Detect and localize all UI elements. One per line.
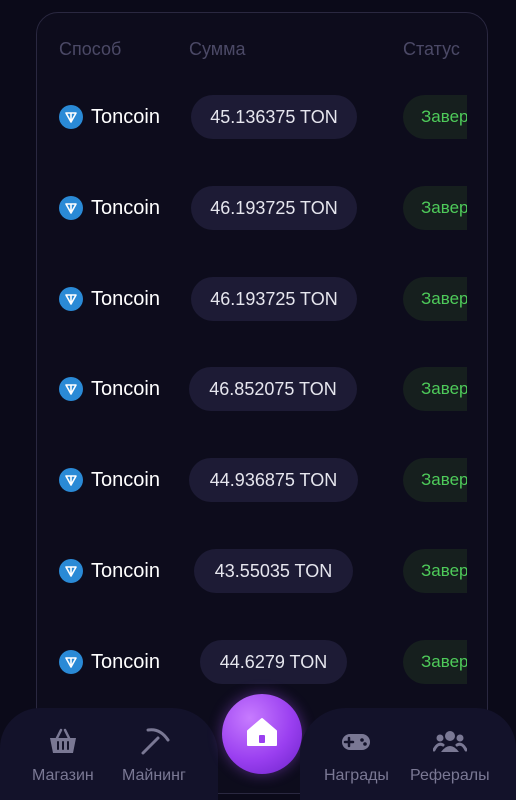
ton-icon <box>59 287 83 311</box>
table-row: Toncoin 44.936875 TON Завер <box>37 450 467 510</box>
method-label: Toncoin <box>91 468 160 491</box>
method-cell: Toncoin <box>59 178 160 238</box>
app-screen: Способ Сумма Статус Toncoin 45.136375 TO… <box>0 0 516 800</box>
ton-icon <box>59 559 83 583</box>
status-badge: Завер <box>403 277 467 321</box>
status-badge: Завер <box>403 95 467 139</box>
gamepad-icon <box>339 726 373 761</box>
nav-shop-label: Магазин <box>32 767 94 784</box>
bottom-nav-right: Награды Рефералы <box>300 708 516 800</box>
users-icon <box>432 726 468 761</box>
ton-icon <box>59 377 83 401</box>
method-cell: Toncoin <box>59 632 160 692</box>
pickaxe-icon <box>138 726 170 761</box>
amount-pill: 45.136375 TON <box>191 95 357 139</box>
status-badge: Завер <box>403 549 467 593</box>
table-row: Toncoin 46.193725 TON Завер <box>37 269 467 329</box>
ton-icon <box>59 468 83 492</box>
status-badge: Завер <box>403 640 467 684</box>
method-cell: Toncoin <box>59 359 160 419</box>
nav-mining-label: Майнинг <box>122 767 186 784</box>
table-row: Toncoin 45.136375 TON Завер <box>37 87 467 147</box>
status-badge: Завер <box>403 186 467 230</box>
amount-pill: 46.193725 TON <box>191 277 357 321</box>
method-cell: Toncoin <box>59 450 160 510</box>
method-label: Toncoin <box>91 650 160 673</box>
method-cell: Toncoin <box>59 269 160 329</box>
table-row: Toncoin 46.852075 TON Завер <box>37 359 467 419</box>
nav-shop[interactable]: Магазин <box>32 726 94 785</box>
amount-pill: 44.6279 TON <box>200 640 347 684</box>
table-body: Toncoin 45.136375 TON Завер Toncoin 46.1… <box>37 13 467 793</box>
nav-mining[interactable]: Майнинг <box>122 726 186 785</box>
status-badge: Завер <box>403 458 467 502</box>
nav-rewards-label: Награды <box>324 767 389 784</box>
ton-icon <box>59 196 83 220</box>
ton-icon <box>59 105 83 129</box>
amount-pill: 43.55035 TON <box>194 549 353 593</box>
table-row: Toncoin 44.6279 TON Завер <box>37 632 467 692</box>
withdrawals-card: Способ Сумма Статус Toncoin 45.136375 TO… <box>36 12 488 794</box>
table-row: Toncoin 46.193725 TON Завер <box>37 178 467 238</box>
method-label: Toncoin <box>91 287 160 310</box>
amount-pill: 46.852075 TON <box>189 367 357 411</box>
method-cell: Toncoin <box>59 87 160 147</box>
home-button[interactable] <box>222 694 302 774</box>
nav-referrals[interactable]: Рефералы <box>410 726 490 785</box>
method-cell: Toncoin <box>59 541 160 601</box>
nav-rewards[interactable]: Награды <box>324 726 389 785</box>
method-label: Toncoin <box>91 559 160 582</box>
bottom-nav-left: Магазин Майнинг <box>0 708 218 800</box>
table-row: Toncoin 43.55035 TON Завер <box>37 541 467 601</box>
method-label: Toncoin <box>91 105 160 128</box>
ton-icon <box>59 650 83 674</box>
status-badge: Завер <box>403 367 467 411</box>
amount-pill: 46.193725 TON <box>191 186 357 230</box>
basket-icon <box>47 726 79 761</box>
nav-referrals-label: Рефералы <box>410 767 490 784</box>
home-icon <box>244 715 280 754</box>
amount-pill: 44.936875 TON <box>189 458 358 502</box>
method-label: Toncoin <box>91 196 160 219</box>
method-label: Toncoin <box>91 377 160 400</box>
